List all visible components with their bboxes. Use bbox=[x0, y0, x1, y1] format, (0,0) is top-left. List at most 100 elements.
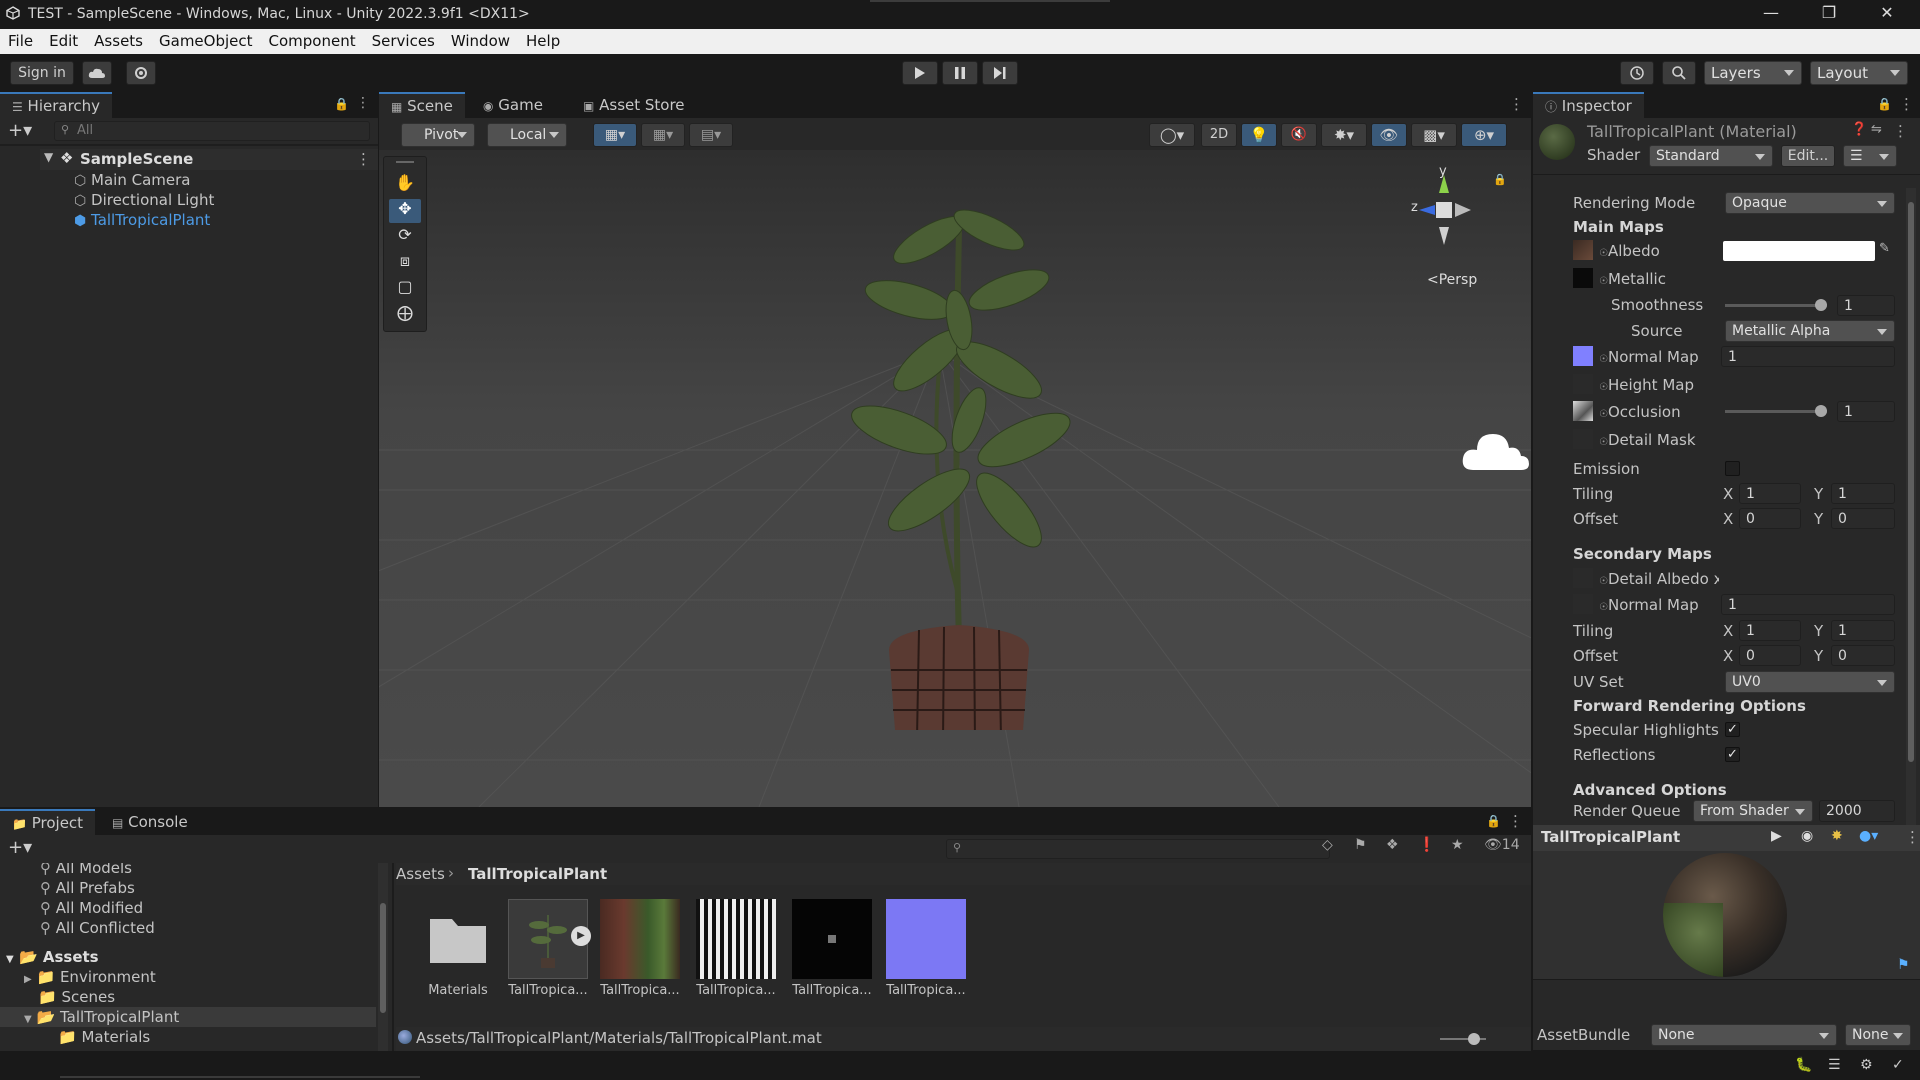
preview-shape-icon[interactable]: ◉ bbox=[1801, 828, 1813, 844]
inspector-scrollbar[interactable] bbox=[1906, 188, 1916, 828]
menu-assets[interactable]: Assets bbox=[86, 29, 151, 54]
secondary-normal-texture-slot[interactable] bbox=[1573, 594, 1593, 614]
draw-mode-dropdown[interactable]: ◯▾ bbox=[1149, 123, 1195, 147]
rendering-mode-dropdown[interactable]: Opaque bbox=[1725, 192, 1895, 214]
auto-generate-lighting-icon[interactable]: ⚙ bbox=[1860, 1057, 1873, 1073]
expand-arrow-icon[interactable]: ▼ bbox=[6, 954, 14, 965]
tab-inspector[interactable]: ⓘ Inspector bbox=[1533, 92, 1644, 118]
more-menu-icon[interactable]: ⋮ bbox=[1509, 95, 1524, 113]
asset-tile-texture-metallic[interactable]: TallTropica... bbox=[784, 899, 880, 998]
assetbundle-dropdown[interactable]: None bbox=[1651, 1024, 1837, 1046]
occlusion-value-field[interactable]: 1 bbox=[1837, 401, 1895, 422]
camera-settings-icon[interactable]: ▩▾ bbox=[1411, 123, 1457, 147]
collab-settings-icon[interactable] bbox=[126, 61, 156, 85]
2d-toggle[interactable]: 2D bbox=[1201, 123, 1237, 147]
asset-tile-texture-occlusion[interactable]: TallTropica... bbox=[688, 899, 784, 998]
slider-thumb[interactable] bbox=[1468, 1033, 1480, 1045]
perspective-toggle[interactable]: <Persp bbox=[1427, 272, 1477, 288]
menu-window[interactable]: Window bbox=[443, 29, 518, 54]
pivot-dropdown[interactable]: Pivot bbox=[401, 123, 475, 147]
step-button[interactable] bbox=[982, 61, 1018, 85]
offset-y-field[interactable]: 0 bbox=[1831, 508, 1895, 529]
preview-light-icon[interactable]: ✸ bbox=[1831, 828, 1843, 844]
favorite-all-modified[interactable]: ⚲ All Modified bbox=[40, 899, 143, 917]
play-button[interactable] bbox=[902, 61, 938, 85]
smoothness-value-field[interactable]: 1 bbox=[1837, 295, 1895, 316]
render-queue-dropdown[interactable]: From Shader bbox=[1693, 800, 1813, 822]
preview-play-icon[interactable]: ▶ bbox=[1771, 828, 1782, 844]
tiling-y-field[interactable]: 1 bbox=[1831, 483, 1895, 504]
occlusion-slider-track[interactable] bbox=[1725, 405, 1827, 417]
metallic-texture-slot[interactable] bbox=[1573, 268, 1593, 288]
menu-file[interactable]: File bbox=[0, 29, 41, 54]
preview-area[interactable]: ⚑ bbox=[1533, 851, 1920, 979]
source-dropdown[interactable]: Metallic Alpha bbox=[1725, 320, 1895, 342]
project-search-input[interactable]: ⚲ bbox=[946, 839, 1330, 859]
more-menu-icon[interactable]: ⋮ bbox=[356, 95, 370, 111]
detail-albedo-texture-slot[interactable] bbox=[1573, 568, 1593, 588]
normal-map-scale-field[interactable]: 1 bbox=[1721, 346, 1895, 367]
scene-viewport[interactable]: y z 🔒 <Persp ✋ ✥ ⟳ ⧈ ▢ ⨁ bbox=[379, 150, 1531, 807]
tiling-x-field[interactable]: 1 bbox=[1739, 483, 1801, 504]
preset-icon[interactable]: ⇋ bbox=[1871, 122, 1882, 137]
hierarchy-item-main-camera[interactable]: ⬡ Main Camera bbox=[74, 171, 190, 191]
hierarchy-item-directional-light[interactable]: ⬡ Directional Light bbox=[74, 191, 214, 211]
lock-icon[interactable]: 🔒 bbox=[334, 97, 349, 111]
more-menu-icon[interactable]: ⋮ bbox=[1899, 95, 1914, 113]
menu-component[interactable]: Component bbox=[261, 29, 364, 54]
transform-tool-icon[interactable]: ⨁ bbox=[389, 303, 421, 327]
hidden-objects-icon[interactable]: 👁 bbox=[1371, 123, 1407, 147]
effects-dropdown-icon[interactable]: ✸▾ bbox=[1321, 123, 1367, 147]
rect-tool-icon[interactable]: ▢ bbox=[389, 277, 421, 301]
layers-dropdown[interactable]: Layers bbox=[1704, 61, 1802, 85]
more-menu-icon[interactable]: ⋮ bbox=[1508, 812, 1523, 830]
scrollbar-thumb[interactable] bbox=[1908, 202, 1914, 762]
add-icon[interactable]: +▾ bbox=[8, 120, 32, 141]
tree-scrollbar[interactable] bbox=[378, 863, 388, 1051]
offset-x-field[interactable]: 0 bbox=[1739, 508, 1801, 529]
label-tag-icon[interactable]: ⚑ bbox=[1897, 957, 1910, 973]
move-tool-icon[interactable]: ✥ bbox=[389, 199, 421, 223]
hand-tool-icon[interactable]: ✋ bbox=[389, 173, 421, 197]
height-map-texture-slot[interactable] bbox=[1573, 374, 1593, 394]
breadcrumb-assets[interactable]: Assets bbox=[396, 865, 445, 883]
tab-hierarchy[interactable]: ☰ Hierarchy bbox=[0, 92, 113, 118]
search-by-tag-icon[interactable]: ❖ bbox=[1386, 837, 1399, 853]
tall-tropical-plant-model[interactable] bbox=[809, 170, 1109, 730]
occlusion-slider-thumb[interactable] bbox=[1815, 405, 1827, 417]
search-by-label-icon[interactable]: ⚑ bbox=[1354, 837, 1367, 853]
favorite-all-prefabs[interactable]: ⚲ All Prefabs bbox=[40, 879, 135, 897]
grid-snap-toggle[interactable]: ▦▾ bbox=[593, 123, 637, 147]
camera-gizmo-icon[interactable] bbox=[1459, 420, 1531, 476]
smoothness-slider-track[interactable] bbox=[1725, 299, 1827, 311]
preview-background-icon[interactable]: ●▾ bbox=[1859, 828, 1878, 844]
scale-tool-icon[interactable]: ⧈ bbox=[389, 251, 421, 275]
lighting-toggle-icon[interactable]: 💡 bbox=[1241, 123, 1277, 147]
gizmos-dropdown-icon[interactable]: ⊕▾ bbox=[1461, 123, 1507, 147]
tab-project[interactable]: 📁 Project bbox=[0, 809, 96, 835]
sign-in-button[interactable]: Sign in bbox=[10, 61, 74, 85]
secondary-tiling-y-field[interactable]: 1 bbox=[1831, 620, 1895, 641]
maximize-button[interactable]: ❐ bbox=[1806, 3, 1852, 27]
tree-materials[interactable]: 📁 Materials bbox=[58, 1028, 150, 1046]
overlay-handle[interactable] bbox=[396, 161, 414, 163]
menu-help[interactable]: Help bbox=[518, 29, 568, 54]
hierarchy-item-talltropicalplant[interactable]: ⬢ TallTropicalPlant bbox=[74, 211, 210, 231]
prefab-expand-icon[interactable]: ▶ bbox=[571, 926, 591, 946]
expand-arrow-icon[interactable]: ▶ bbox=[24, 974, 32, 985]
tree-assets-root[interactable]: ▼ 📂 Assets bbox=[6, 948, 99, 966]
expand-arrow-icon[interactable]: ▼ bbox=[44, 150, 53, 164]
menu-edit[interactable]: Edit bbox=[41, 29, 86, 54]
status-check-icon[interactable]: ✓ bbox=[1892, 1057, 1904, 1073]
albedo-color-field[interactable] bbox=[1723, 241, 1875, 261]
detail-mask-texture-slot[interactable] bbox=[1573, 429, 1593, 449]
component-menu-icon[interactable]: ⋮ bbox=[1893, 122, 1908, 140]
preview-menu-icon[interactable]: ⋮ bbox=[1905, 828, 1920, 846]
shader-dropdown[interactable]: Standard bbox=[1649, 145, 1773, 167]
occlusion-texture-slot[interactable] bbox=[1573, 401, 1593, 421]
debug-icon[interactable]: 🐛 bbox=[1795, 1057, 1812, 1073]
secondary-normal-scale-field[interactable]: 1 bbox=[1721, 594, 1895, 615]
lock-icon[interactable]: 🔒 bbox=[1486, 814, 1501, 828]
render-queue-field[interactable]: 2000 bbox=[1819, 800, 1895, 822]
secondary-offset-y-field[interactable]: 0 bbox=[1831, 645, 1895, 666]
